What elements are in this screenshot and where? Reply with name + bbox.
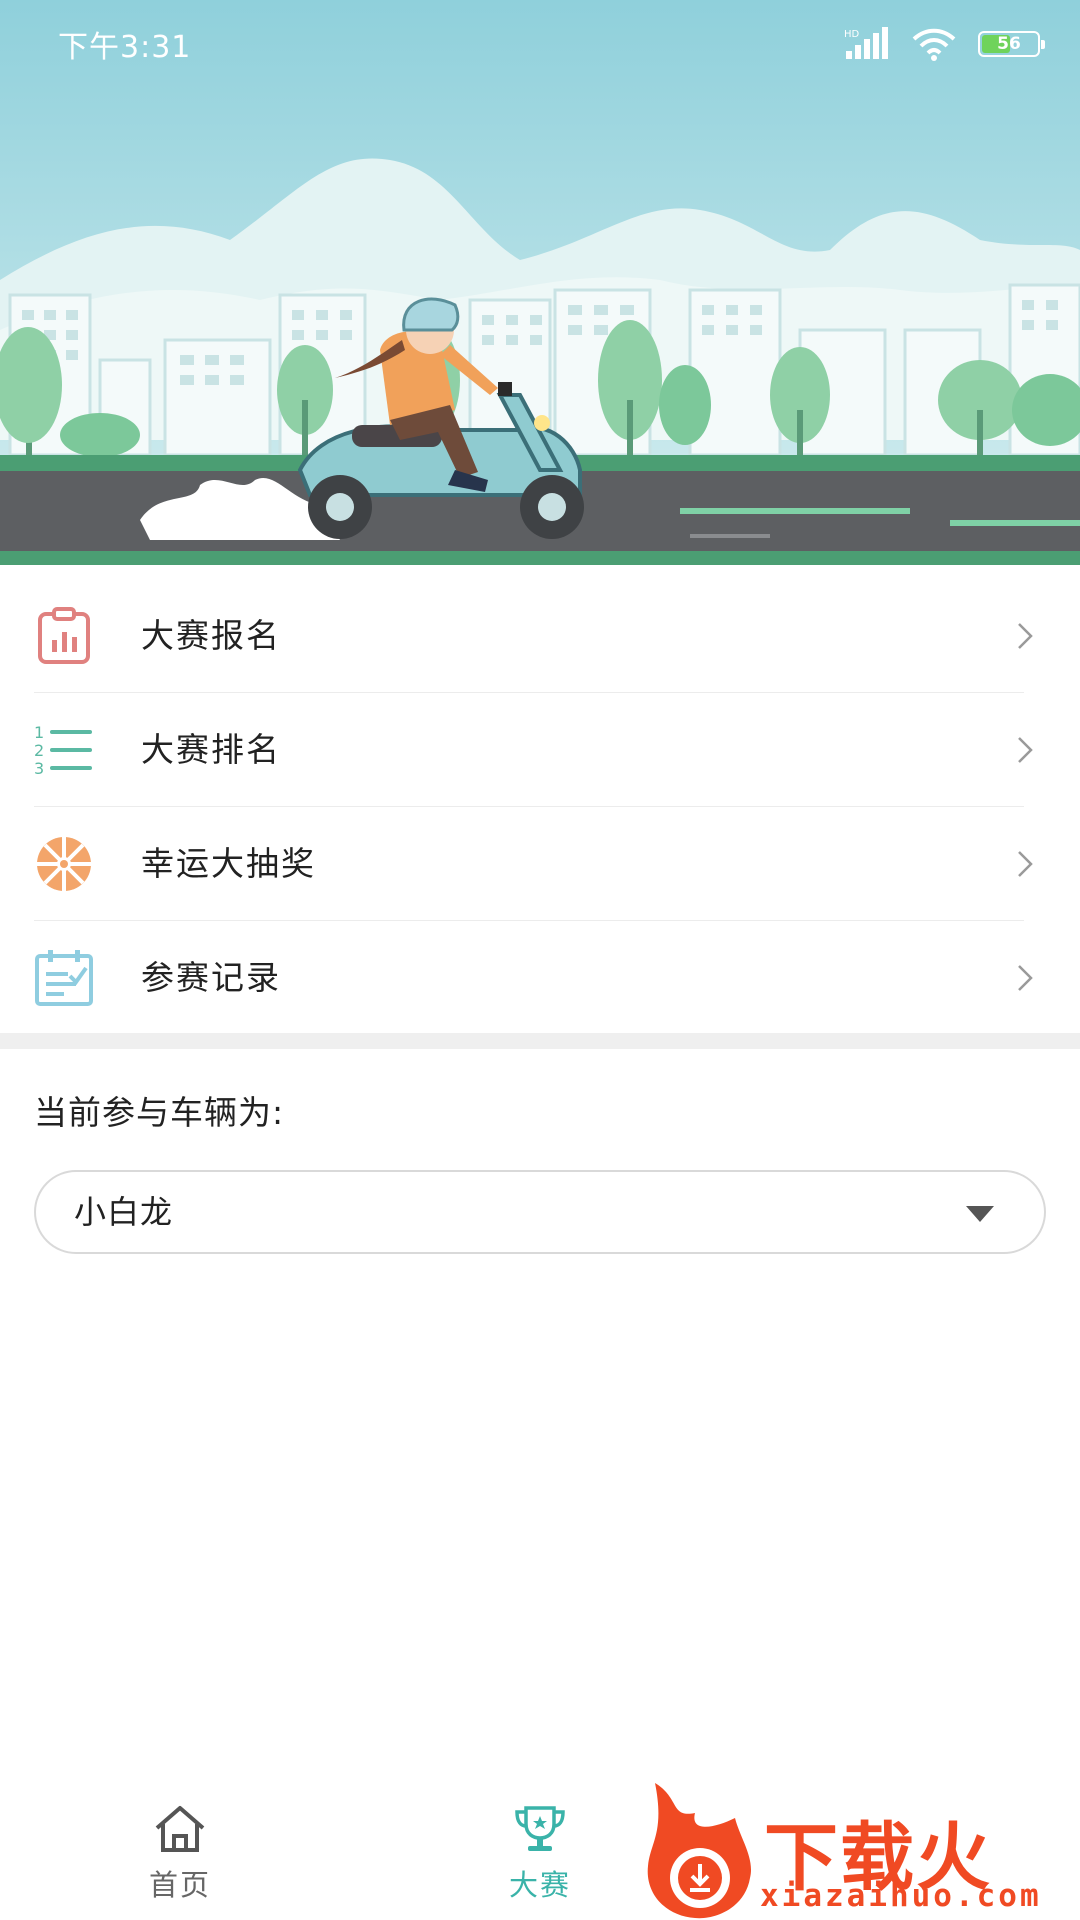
section-divider [0, 1033, 1080, 1049]
nav-tab-label: 首页 [148, 1868, 211, 1902]
svg-text:3: 3 [34, 759, 44, 778]
home-icon [155, 1806, 205, 1852]
nav-tab-home[interactable]: 首页 [100, 1804, 260, 1914]
caret-down-icon [966, 1206, 994, 1222]
wifi-icon [912, 28, 956, 61]
network-type-label: HD [844, 29, 860, 40]
nav-tab-label: 大赛 [508, 1868, 571, 1902]
flame-download-icon [647, 1783, 752, 1919]
signal-icon: HD [844, 27, 888, 59]
battery-level-text: 56 [997, 34, 1021, 54]
contest-page: 下午3:31 HD 56 大赛报名 1 2 3 大赛排名 幸运大抽奖 参赛记录 … [0, 0, 1080, 1920]
menu-item-contest-records[interactable]: 参赛记录 [0, 921, 1080, 1035]
status-time: 下午3:31 [58, 30, 192, 65]
chevron-right-icon [1018, 851, 1033, 877]
menu-item-contest-ranking[interactable]: 1 2 3 大赛排名 [0, 693, 1080, 807]
svg-text:2: 2 [34, 741, 44, 760]
menu-item-label: 大赛排名 [141, 730, 281, 769]
menu-item-lucky-draw[interactable]: 幸运大抽奖 [0, 807, 1080, 921]
watermark-logo: 下载火 xiazaihuo.com [640, 1778, 1080, 1920]
current-vehicle-label: 当前参与车辆为: [34, 1093, 285, 1132]
battery-icon: 56 [978, 31, 1045, 57]
chevron-right-icon [1018, 737, 1033, 763]
chevron-right-icon [1018, 965, 1033, 991]
status-bar: 下午3:31 HD 56 [0, 0, 1080, 86]
clipboard-chart-icon [38, 607, 90, 664]
vehicle-dropdown[interactable]: 小白龙 [34, 1170, 1046, 1254]
menu-item-label: 参赛记录 [141, 958, 281, 997]
menu-item-label: 幸运大抽奖 [141, 844, 316, 883]
menu-item-contest-signup[interactable]: 大赛报名 [0, 579, 1080, 693]
status-icons: HD 56 [844, 26, 1045, 62]
watermark-url: xiazaihuo.com [760, 1878, 1042, 1914]
svg-text:1: 1 [34, 723, 44, 742]
vehicle-dropdown-value: 小白龙 [74, 1193, 174, 1231]
menu-item-label: 大赛报名 [141, 616, 281, 655]
nav-tab-contest[interactable]: 大赛 [460, 1804, 620, 1914]
lottery-wheel-icon [37, 837, 91, 891]
ranking-list-icon: 1 2 3 [34, 723, 92, 778]
contest-menu: 大赛报名 1 2 3 大赛排名 幸运大抽奖 参赛记录 [0, 579, 1080, 1035]
trophy-icon [515, 1806, 565, 1851]
chevron-right-icon [1018, 623, 1033, 649]
record-calendar-icon [35, 950, 93, 1006]
